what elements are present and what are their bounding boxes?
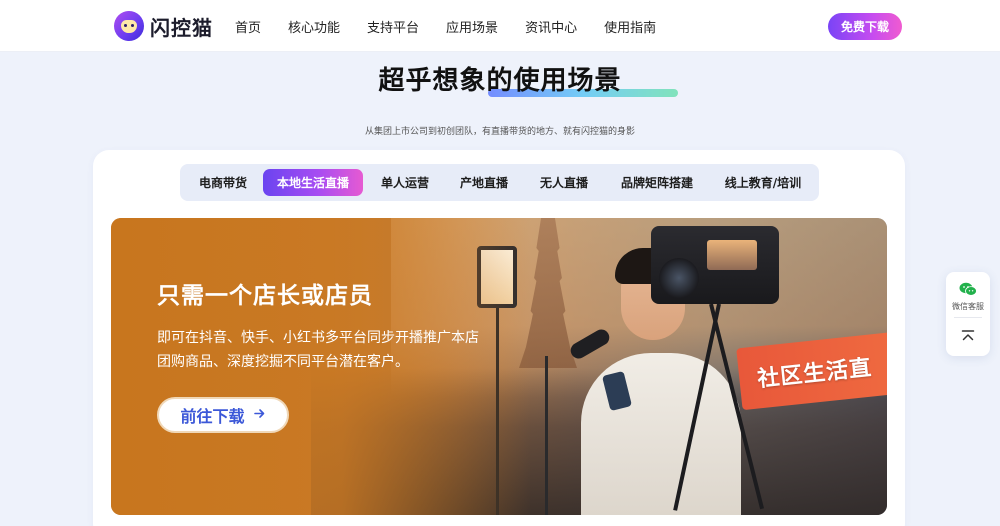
community-banner-text: 社区生活直 xyxy=(756,355,874,393)
nav-item-scenarios[interactable]: 应用场景 xyxy=(446,17,498,36)
tab-origin-live[interactable]: 产地直播 xyxy=(447,169,521,196)
nav-item-platforms[interactable]: 支持平台 xyxy=(367,17,419,36)
go-download-button[interactable]: 前往下载 xyxy=(157,397,289,433)
tab-local-life-live[interactable]: 本地生活直播 xyxy=(263,169,363,196)
hero-description-line: 团购商品、深度挖掘不同平台潜在客户。 xyxy=(157,354,409,370)
hero-description: 即可在抖音、快手、小红书多平台同步开播推广本店 团购商品、深度挖掘不同平台潜在客… xyxy=(157,326,497,374)
floating-side-widget: 微信客服 xyxy=(946,272,990,356)
wechat-service-label[interactable]: 微信客服 xyxy=(946,301,990,312)
logo-text: 闪控猫 xyxy=(150,15,213,40)
nav-item-home[interactable]: 首页 xyxy=(235,17,261,36)
hero-description-line: 即可在抖音、快手、小红书多平台同步开播推广本店 xyxy=(157,330,479,346)
wechat-icon[interactable] xyxy=(959,282,977,297)
tab-unmanned-live[interactable]: 无人直播 xyxy=(527,169,601,196)
main-nav: 首页 核心功能 支持平台 应用场景 资讯中心 使用指南 xyxy=(235,0,683,52)
scenario-tabs: 电商带货 本地生活直播 单人运营 产地直播 无人直播 品牌矩阵搭建 线上教育/培… xyxy=(180,164,819,201)
arrow-right-icon xyxy=(253,406,266,424)
free-download-button[interactable]: 免费下载 xyxy=(828,13,902,40)
tab-solo-operation[interactable]: 单人运营 xyxy=(368,169,442,196)
section-subtitle: 从集团上市公司到初创团队，有直播带货的地方、就有闪控猫的身影 xyxy=(364,127,635,137)
logo-mark-icon xyxy=(114,11,144,41)
hero-title: 只需一个店长或店员 xyxy=(157,283,373,309)
nav-item-guide[interactable]: 使用指南 xyxy=(604,17,656,36)
go-download-label: 前往下载 xyxy=(180,407,245,426)
back-to-top-icon[interactable] xyxy=(960,328,976,344)
top-header: 闪控猫 首页 核心功能 支持平台 应用场景 资讯中心 使用指南 免费下载 xyxy=(0,0,1000,52)
nav-item-news[interactable]: 资讯中心 xyxy=(525,17,577,36)
tab-ecommerce[interactable]: 电商带货 xyxy=(186,169,260,196)
side-divider xyxy=(954,317,982,318)
logo[interactable]: 闪控猫 xyxy=(114,10,213,42)
camera-lens xyxy=(659,258,699,298)
tab-online-education[interactable]: 线上教育/培训 xyxy=(712,169,814,196)
tab-brand-matrix[interactable]: 品牌矩阵搭建 xyxy=(608,169,706,196)
section-heading: 超乎想象的使用场景 xyxy=(0,60,1000,97)
camera-screen xyxy=(707,240,757,270)
page-title: 超乎想象的使用场景 xyxy=(378,66,622,96)
nav-item-core-features[interactable]: 核心功能 xyxy=(288,17,340,36)
mic-stand xyxy=(545,356,548,515)
